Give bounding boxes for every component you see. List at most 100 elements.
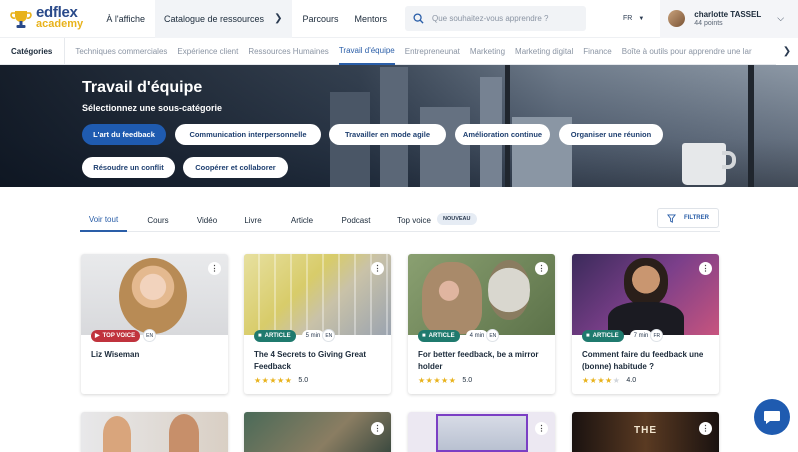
filter-button[interactable]: FILTRER <box>657 208 719 228</box>
tab-podcast[interactable]: Podcast <box>335 208 377 232</box>
chip-art-du-feedback[interactable]: L'art du feedback <box>82 124 166 145</box>
logo-subtitle: academy <box>36 18 84 30</box>
hero-banner: Travail d'équipe Sélectionnez une sous-c… <box>0 65 798 187</box>
avatar <box>668 10 686 27</box>
new-badge: NOUVEAU <box>437 213 477 225</box>
content-card[interactable]: ⋮ <box>408 412 555 452</box>
category-experience-client[interactable]: Expérience client <box>177 38 238 65</box>
portrait-photo <box>119 258 187 334</box>
language-badge: EN <box>322 329 336 342</box>
search-icon <box>413 13 424 24</box>
nav-mentors[interactable]: Mentors <box>354 14 387 24</box>
nav-catalogue-label: Catalogue de ressources <box>164 13 265 24</box>
caret-down-icon: ▼ <box>638 15 645 22</box>
chip-amelioration-continue[interactable]: Amélioration continue <box>455 124 550 145</box>
type-badge-article: ■ ARTICLE <box>582 329 624 342</box>
star-rating-icon: ★★★★★ <box>418 376 457 385</box>
window-frame-graphic <box>748 65 754 187</box>
card-title: Liz Wiseman <box>91 350 140 359</box>
tab-voir-tout[interactable]: Voir tout <box>80 208 127 232</box>
category-entrepreneunat[interactable]: Entrepreneunat <box>405 38 460 65</box>
type-label: ARTICLE <box>428 332 455 339</box>
user-name: charlotte TASSEL <box>694 9 762 19</box>
sticky-notes-photo <box>244 254 391 335</box>
category-scroll-right-icon[interactable]: ❯ <box>776 38 798 65</box>
top-navigation-bar: edflex academy À l'affiche Catalogue de … <box>0 0 798 38</box>
search-input[interactable] <box>431 14 582 23</box>
chip-resoudre-conflit[interactable]: Résoudre un conflit <box>82 157 175 178</box>
content-type-tabs: Voir tout Cours Vidéo Livre Article Podc… <box>80 208 720 232</box>
filter-icon <box>667 213 677 223</box>
type-badge-article: ■ ARTICLE <box>254 329 296 342</box>
chat-support-button[interactable] <box>754 399 790 435</box>
rating: ★★★★★ 5.0 <box>418 376 472 385</box>
user-menu[interactable]: charlotte TASSEL 44 points ⌵ <box>660 0 798 38</box>
more-options-icon[interactable]: ⋮ <box>699 262 712 275</box>
edflex-logo[interactable]: edflex academy <box>10 4 100 30</box>
nav-parcours[interactable]: Parcours <box>302 14 338 24</box>
speaker-photo <box>624 258 668 306</box>
chip-travailler-agile[interactable]: Travailler en mode agile <box>329 124 446 145</box>
type-label: ARTICLE <box>592 332 619 339</box>
tab-cours[interactable]: Cours <box>139 208 177 232</box>
chip-organiser-reunion[interactable]: Organiser une réunion <box>559 124 663 145</box>
type-label: TOP VOICE <box>102 332 136 339</box>
more-options-icon[interactable]: ⋮ <box>699 422 712 435</box>
content-card[interactable]: ⋮ <box>244 412 391 452</box>
content-card[interactable]: ⋮ ▶ TOP VOICE EN Liz Wiseman <box>81 254 228 394</box>
tab-article[interactable]: Article <box>283 208 321 232</box>
mirror-photo <box>488 260 530 320</box>
content-card[interactable]: ⋮ ■ ARTICLE 7 min FR Comment faire du fe… <box>572 254 719 394</box>
document-icon: ■ <box>422 332 426 339</box>
content-card[interactable] <box>81 412 228 452</box>
card-thumbnail <box>572 254 719 335</box>
card-thumbnail <box>81 254 228 335</box>
tab-top-voice[interactable]: Top voice <box>391 208 437 232</box>
more-options-icon[interactable]: ⋮ <box>371 422 384 435</box>
language-badge: FR <box>650 329 664 342</box>
portrait-photo <box>169 414 199 452</box>
more-options-icon[interactable]: ⋮ <box>371 262 384 275</box>
nav-a-l-affiche[interactable]: À l'affiche <box>106 14 145 24</box>
category-techniques-commerciales[interactable]: Techniques commerciales <box>75 38 167 65</box>
tab-livre[interactable]: Livre <box>235 208 271 232</box>
category-finance[interactable]: Finance <box>583 38 611 65</box>
chip-communication-interpersonnelle[interactable]: Communication interpersonnelle <box>175 124 321 145</box>
category-marketing[interactable]: Marketing <box>470 38 505 65</box>
more-options-icon[interactable]: ⋮ <box>535 262 548 275</box>
star-rating-icon: ★★★★★ <box>254 376 293 385</box>
category-boite-a-outils[interactable]: Boîte à outils pour apprendre une lar <box>622 38 752 65</box>
card-title: Comment faire du feedback une (bonne) ha… <box>582 350 704 371</box>
rating: ★★★★★ 5.0 <box>254 376 308 385</box>
content-card[interactable]: THE ⋮ <box>572 412 719 452</box>
type-badge-top-voice: ▶ TOP VOICE <box>91 329 141 342</box>
user-points: 44 points <box>694 19 723 27</box>
duration-badge: 7 min <box>629 329 653 342</box>
rating-value: 5.0 <box>462 377 473 384</box>
category-travail-equipe[interactable]: Travail d'équipe <box>338 38 395 65</box>
content-card[interactable]: ⋮ ■ ARTICLE 4 min EN For better feedback… <box>408 254 555 394</box>
categories-label: Catégories <box>11 37 66 65</box>
city-building-graphic <box>420 107 470 187</box>
search-box[interactable] <box>404 6 586 31</box>
card-thumbnail <box>244 412 391 452</box>
rating: ★★★★★ 4.0 <box>582 376 636 385</box>
rating-value: 5.0 <box>298 377 309 384</box>
category-bar: Catégories Techniques commerciales Expér… <box>0 37 798 65</box>
chip-cooperer-collaborer[interactable]: Coopérer et collaborer <box>183 157 288 178</box>
logo-wordmark: edflex <box>36 4 78 21</box>
portrait-photo <box>103 416 131 452</box>
more-options-icon[interactable]: ⋮ <box>535 422 548 435</box>
tab-video[interactable]: Vidéo <box>188 208 226 232</box>
hero-title: Travail d'équipe <box>82 79 203 96</box>
content-card[interactable]: ⋮ ■ ARTICLE 5 min EN The 4 Secrets to Gi… <box>244 254 391 394</box>
star-rating-icon: ★★★★★ <box>582 376 621 385</box>
coffee-mug-handle-graphic <box>722 151 736 169</box>
more-options-icon[interactable]: ⋮ <box>208 262 221 275</box>
language-badge: EN <box>486 329 500 342</box>
category-marketing-digital[interactable]: Marketing digital <box>515 38 573 65</box>
nav-catalogue-ressources[interactable]: Catalogue de ressources ❯ <box>155 0 293 38</box>
duration-badge: 5 min <box>301 329 325 342</box>
language-selector[interactable]: FR ▼ <box>623 15 644 22</box>
category-ressources-humaines[interactable]: Ressources Humaines <box>248 38 328 65</box>
